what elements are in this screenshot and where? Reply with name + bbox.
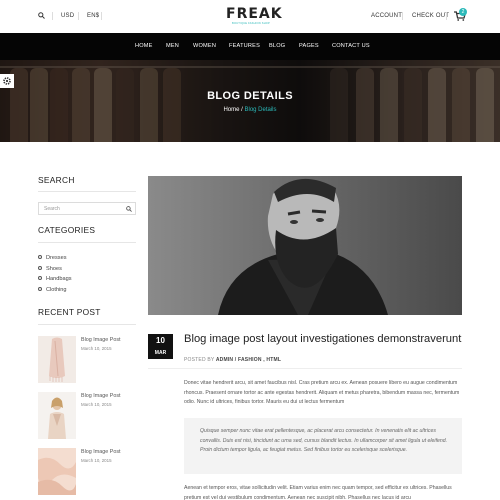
search-placeholder: Search [44,206,60,212]
nav-pages[interactable]: PAGES [299,43,319,49]
breadcrumb: Home / Blog Details [0,107,500,113]
recent-post-link[interactable]: Blog Image Post [81,337,121,343]
breadcrumb-current: Blog Details [244,107,277,113]
post-featured-image [148,176,462,315]
bullet-icon [38,275,42,280]
currency-selector[interactable]: USD [61,13,74,19]
recent-post-date: March 10, 2015 [81,346,112,351]
category-label: Shoes [46,266,62,272]
recent-post-title: RECENT POST [38,307,101,317]
post-author-link[interactable]: ADMIN [216,357,233,363]
categories-title: CATEGORIES [38,225,96,235]
fabric-image [38,448,76,495]
blockquote-text: Quisque semper nunc vitae erat pellentes… [200,428,448,453]
top-bar: USD EN$ FREAK BOUTIQUE FASHION SHOP ACCO… [0,0,500,33]
nav-women[interactable]: WOMEN [193,43,216,49]
site-logo[interactable]: FREAK BOUTIQUE FASHION SHOP [226,6,283,25]
gear-icon [3,77,11,85]
bullet-icon [38,265,42,270]
divider [38,191,136,192]
account-link[interactable]: ACCOUNT [371,13,402,19]
post-day: 10 [148,334,173,348]
divider [101,12,102,20]
breadcrumb-home[interactable]: Home [223,107,239,113]
bullet-icon [38,254,42,259]
category-clothing[interactable]: Clothing [38,286,67,293]
recent-post-date: March 10, 2015 [81,402,112,407]
nav-home[interactable]: HOME [135,43,153,49]
divider [52,12,53,20]
category-label: Handbags [46,276,72,282]
divider [38,324,136,325]
category-dresses[interactable]: Dresses [38,254,67,261]
post-paragraph: Aenean et tempor eros, vitae sollicitudi… [184,485,452,500]
post-month: MAR [148,348,173,359]
divider [38,242,136,243]
divider [78,12,79,20]
divider [148,368,462,369]
divider [446,12,447,20]
recent-post-thumbnail[interactable] [38,392,76,439]
category-label: Clothing [46,287,67,293]
nav-blog[interactable]: BLOG [269,43,285,49]
magnifier-icon[interactable] [126,206,132,212]
nav-men[interactable]: MEN [166,43,179,49]
sidebar-search-input[interactable]: Search [38,202,136,215]
checkout-link[interactable]: CHECK OUT [412,13,449,19]
logo-tagline: BOUTIQUE FASHION SHOP [232,22,270,25]
category-shoes[interactable]: Shoes [38,265,62,272]
search-icon[interactable] [38,12,45,19]
cart-count-badge: 2 [459,8,467,16]
model-image [38,392,76,439]
page-title: BLOG DETAILS [207,90,293,102]
post-blockquote: Quisque semper nunc vitae erat pellentes… [184,418,462,474]
post-paragraph: Donec vitae hendrerit arcu, sit amet fau… [184,380,460,405]
logo-text: FREAK [226,6,283,22]
posted-by-label: POSTED BY [184,357,215,363]
post-meta: POSTED BY ADMIN / FASHION , HTML [184,357,281,363]
post-date-badge: 10 MAR [148,334,173,359]
bearded-man-image [148,176,462,315]
main-nav: HOME MEN WOMEN FEATURES BLOG PAGES CONTA… [0,33,500,60]
search-widget-title: SEARCH [38,175,75,185]
page-banner: BLOG DETAILS Home / Blog Details [0,60,500,142]
recent-post-date: March 10, 2015 [81,458,112,463]
nav-contact-us[interactable]: CONTACT US [332,43,370,49]
post-title: Blog image post layout investigationes d… [184,333,462,345]
recent-post-link[interactable]: Blog Image Post [81,393,121,399]
post-tags-link[interactable]: FASHION , HTML [238,357,281,363]
category-label: Dresses [46,255,67,261]
settings-toggle[interactable] [0,74,14,88]
scarf-image [38,336,76,383]
nav-features[interactable]: FEATURES [229,43,260,49]
category-handbags[interactable]: Handbags [38,275,72,282]
recent-post-thumbnail[interactable] [38,336,76,383]
divider [402,12,403,20]
recent-post-link[interactable]: Blog Image Post [81,449,121,455]
bullet-icon [38,286,42,291]
language-selector[interactable]: EN$ [87,13,99,19]
recent-post-thumbnail[interactable] [38,448,76,495]
